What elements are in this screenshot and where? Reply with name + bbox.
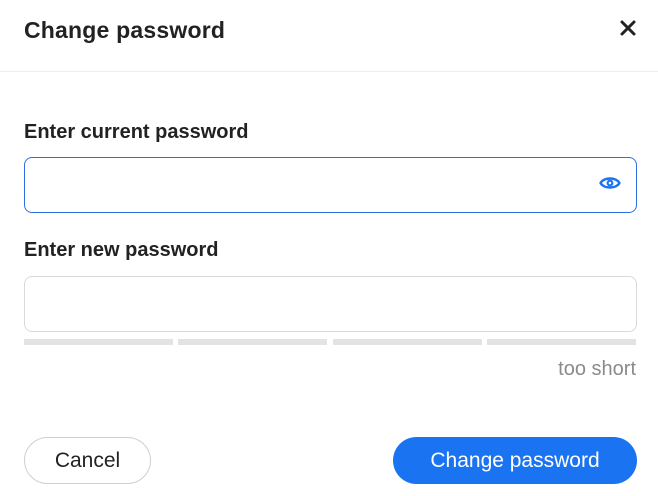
show-password-toggle[interactable] [597,174,623,196]
close-icon [620,20,636,41]
strength-status-text: too short [558,358,636,380]
new-password-input[interactable] [39,277,603,333]
change-password-dialog: Change password Enter current password E… [0,0,658,496]
current-password-input[interactable] [39,158,603,214]
eye-icon [599,175,621,196]
strength-segment [487,339,636,345]
cancel-button[interactable]: Cancel [24,437,151,484]
current-password-field[interactable] [24,157,637,214]
strength-segment [178,339,327,345]
password-strength-meter [24,339,637,345]
close-button[interactable] [614,16,642,44]
current-password-label: Enter current password [24,121,249,143]
new-password-field[interactable] [24,276,637,333]
strength-segment [333,339,482,345]
dialog-header: Change password [0,0,658,72]
change-password-button[interactable]: Change password [393,437,637,484]
new-password-label: Enter new password [24,239,219,261]
strength-segment [24,339,173,345]
dialog-title: Change password [24,17,226,43]
